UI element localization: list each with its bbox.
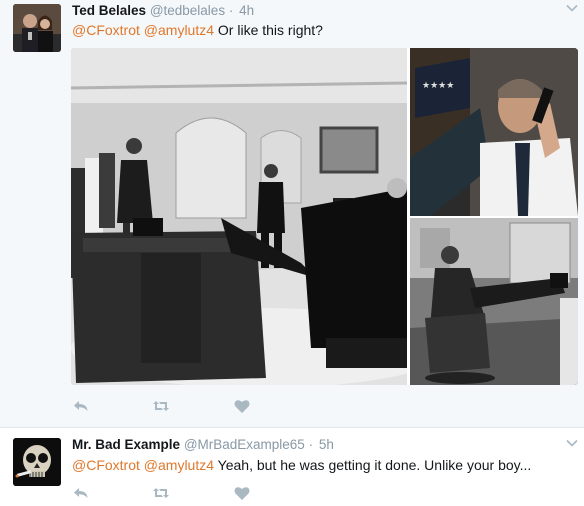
separator-dot: · [228, 3, 234, 18]
tweet-body: Yeah, but he was getting it done. Unlike… [217, 457, 532, 473]
separator-dot: · [308, 437, 314, 452]
reply-icon[interactable] [72, 484, 90, 502]
retweet-icon[interactable] [152, 397, 170, 415]
display-name[interactable]: Ted Belales [72, 3, 146, 18]
tweet-photo[interactable] [71, 48, 407, 385]
tweet-photo[interactable]: ★★★★ [410, 48, 578, 216]
chevron-down-icon[interactable] [566, 2, 578, 14]
avatar[interactable] [13, 438, 61, 486]
tweet-header: Ted Belales @tedbelales · 4h [72, 3, 254, 18]
tweet-actions [72, 397, 272, 415]
timestamp[interactable]: 4h [239, 3, 254, 18]
user-handle[interactable]: @tedbelales [150, 3, 225, 18]
like-icon[interactable] [233, 484, 251, 502]
tweet-header: Mr. Bad Example @MrBadExample65 · 5h [72, 437, 334, 452]
tweet-text: @CFoxtrot @amylutz4 Yeah, but he was get… [72, 456, 531, 474]
mention-link[interactable]: @CFoxtrot [72, 22, 140, 38]
tweet-photo[interactable] [410, 218, 578, 385]
tweet-actions [72, 484, 272, 502]
tweet-body: Or like this right? [217, 22, 323, 38]
tweet-text: @CFoxtrot @amylutz4 Or like this right? [72, 21, 323, 39]
mention-link[interactable]: @amylutz4 [144, 22, 214, 38]
display-name[interactable]: Mr. Bad Example [72, 437, 180, 452]
mention-link[interactable]: @amylutz4 [144, 457, 214, 473]
like-icon[interactable] [233, 397, 251, 415]
tweet[interactable]: Mr. Bad Example @MrBadExample65 · 5h @CF… [0, 428, 584, 506]
mention-link[interactable]: @CFoxtrot [72, 457, 140, 473]
retweet-icon[interactable] [152, 484, 170, 502]
svg-text:★★★★: ★★★★ [422, 81, 454, 91]
user-handle[interactable]: @MrBadExample65 [184, 437, 305, 452]
reply-icon[interactable] [72, 397, 90, 415]
timestamp[interactable]: 5h [319, 437, 334, 452]
tweet[interactable]: Ted Belales @tedbelales · 4h @CFoxtrot @… [0, 0, 584, 428]
avatar[interactable] [13, 4, 61, 52]
chevron-down-icon[interactable] [566, 437, 578, 449]
photo-grid[interactable]: ★★★★ [71, 48, 578, 385]
